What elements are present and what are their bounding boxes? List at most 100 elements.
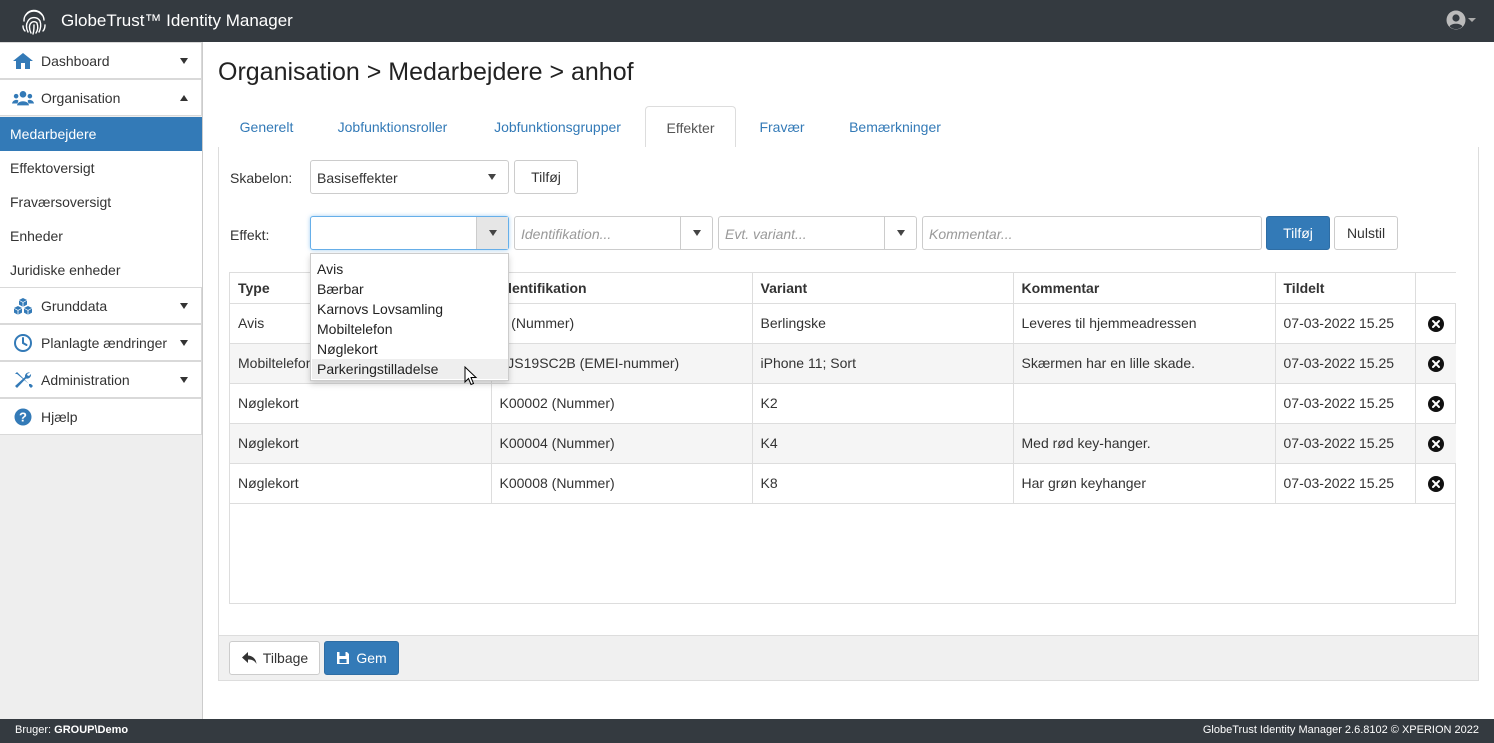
effect-option-parkeringstilladelse[interactable]: Parkeringstilladelse [312, 359, 508, 379]
effect-reset-button[interactable]: Nulstil [1334, 216, 1398, 250]
comment-placeholder: Kommentar... [929, 226, 1013, 242]
chevron-down-icon [180, 58, 188, 64]
sidebar-item-label: Fraværsoversigt [10, 194, 112, 210]
sidebar-section-administration[interactable]: Administration [0, 361, 202, 398]
cell-delete [1415, 343, 1456, 384]
sidebar-section-planlagte-aendringer[interactable]: Planlagte ændringer [0, 324, 202, 361]
cubes-icon [14, 298, 32, 315]
sidebar-item-label: Effektoversigt [10, 160, 95, 176]
user-name: GROUP\Demo [54, 724, 129, 736]
identification-placeholder: Identifikation... [521, 226, 612, 242]
chevron-down-icon[interactable] [884, 217, 916, 249]
effect-option-avis[interactable]: Avis [312, 259, 508, 279]
tab-effekter[interactable]: Effekter [645, 106, 736, 148]
sidebar-section-label: Administration [41, 372, 130, 388]
variant-select[interactable]: Evt. variant... [718, 216, 917, 250]
user-prefix: Bruger: [15, 724, 55, 736]
remove-circle-icon[interactable] [1427, 475, 1444, 492]
page-title-breadcrumb: Organisation > Medarbejdere > anhof [218, 58, 634, 86]
tab-bemaerkninger[interactable]: Bemærkninger [828, 106, 962, 148]
cell-tildelt: 07-03-2022 15.25 [1275, 463, 1416, 504]
cell-variant: Berlingske [752, 303, 1014, 344]
sidebar-item-juridiske-enheder[interactable]: Juridiske enheder [0, 253, 202, 287]
reply-arrow-icon [241, 652, 257, 664]
cell-tildelt: 07-03-2022 15.25 [1275, 383, 1416, 424]
column-header-variant[interactable]: Variant [752, 273, 1014, 304]
remove-circle-icon[interactable] [1427, 395, 1444, 412]
sidebar-section-hjaelp[interactable]: ? Hjælp [0, 398, 202, 435]
chevron-down-icon [180, 340, 188, 346]
template-select[interactable]: Basiseffekter [310, 160, 509, 194]
effect-option-karnovs-lovsamling[interactable]: Karnovs Lovsamling [312, 299, 508, 319]
identification-select[interactable]: Identifikation... [514, 216, 713, 250]
effect-option-baerbar[interactable]: Bærbar [312, 279, 508, 299]
cell-kommentar: Med rød key-hanger. [1013, 423, 1276, 464]
cell-delete [1415, 423, 1456, 464]
cell-identifikation: K00002 (Nummer) [491, 383, 753, 424]
tab-jobfunktionsroller[interactable]: Jobfunktionsroller [315, 106, 470, 148]
svg-text:?: ? [19, 410, 27, 425]
sidebar-section-label: Hjælp [41, 409, 78, 425]
cell-kommentar: Leveres til hjemmeadressen [1013, 303, 1276, 344]
remove-circle-icon[interactable] [1427, 435, 1444, 452]
sidebar-item-medarbejdere[interactable]: Medarbejdere [0, 117, 202, 151]
sidebar-section-label: Organisation [41, 90, 121, 106]
cell-variant: K2 [752, 383, 1014, 424]
sidebar-item-label: Enheder [10, 228, 63, 244]
version-info: GlobeTrust Identity Manager 2.6.8102 © X… [1202, 724, 1479, 736]
chevron-down-icon[interactable] [476, 217, 508, 249]
cell-delete [1415, 303, 1456, 344]
sidebar-section-label: Planlagte ændringer [41, 335, 168, 351]
sidebar-item-effektoversigt[interactable]: Effektoversigt [0, 151, 202, 185]
tab-jobfunktionsgrupper[interactable]: Jobfunktionsgrupper [470, 106, 645, 148]
effect-option-noeglekort[interactable]: Nøglekort [312, 339, 508, 359]
sidebar-section-label: Dashboard [41, 53, 110, 69]
back-button-label: Tilbage [262, 650, 309, 666]
chevron-down-icon[interactable] [680, 217, 712, 249]
variant-placeholder: Evt. variant... [725, 226, 807, 242]
sidebar-section-grunddata[interactable]: Grunddata [0, 287, 202, 324]
sidebar-item-fravaersoversigt[interactable]: Fraværsoversigt [0, 185, 202, 219]
back-button[interactable]: Tilbage [229, 641, 320, 675]
table-row: Nøglekort K00004 (Nummer) K4 Med rød key… [230, 423, 1456, 464]
save-button[interactable]: Gem [324, 641, 399, 675]
tab-generelt[interactable]: Generelt [218, 106, 315, 148]
template-add-button[interactable]: Tilføj [514, 160, 578, 194]
sidebar-section-dashboard[interactable]: Dashboard [0, 42, 202, 79]
column-header-tildelt[interactable]: Tildelt [1275, 273, 1416, 304]
table-row: Nøglekort K00008 (Nummer) K8 Har grøn ke… [230, 463, 1456, 504]
form-footer [218, 635, 1479, 681]
effect-option-mobiltelefon[interactable]: Mobiltelefon [312, 319, 508, 339]
home-icon [13, 53, 33, 69]
effect-add-button[interactable]: Tilføj [1266, 216, 1330, 250]
column-header-kommentar[interactable]: Kommentar [1013, 273, 1276, 304]
user-menu[interactable] [1446, 10, 1476, 32]
column-header-identifikation[interactable]: Identifikation [491, 273, 753, 304]
cell-type: Nøglekort [230, 423, 492, 464]
remove-circle-icon[interactable] [1427, 355, 1444, 372]
cell-tildelt: 07-03-2022 15.25 [1275, 423, 1416, 464]
tab-bar: Generelt Jobfunktionsroller Jobfunktions… [218, 106, 1479, 148]
app-title: GlobeTrust™ Identity Manager [61, 11, 293, 30]
floppy-disk-icon [337, 652, 350, 664]
user-avatar-icon [1446, 10, 1466, 30]
sidebar-section-organisation[interactable]: Organisation [0, 79, 202, 116]
question-circle-icon: ? [14, 408, 32, 426]
template-label: Skabelon: [230, 170, 293, 186]
tools-icon [15, 372, 33, 388]
tab-fravaer[interactable]: Fravær [736, 106, 828, 148]
chevron-up-icon [180, 95, 188, 101]
users-icon [12, 91, 34, 106]
sidebar-item-enheder[interactable]: Enheder [0, 219, 202, 253]
top-bar: GlobeTrust™ Identity Manager [0, 0, 1494, 42]
cell-identifikation: 7JS19SC2B (EMEI-nummer) [491, 343, 753, 384]
cell-type: Nøglekort [230, 383, 492, 424]
chevron-down-icon [476, 161, 508, 193]
cell-kommentar: Har grøn keyhanger [1013, 463, 1276, 504]
cell-type: Nøglekort [230, 463, 492, 504]
comment-input[interactable]: Kommentar... [922, 216, 1262, 250]
effect-select[interactable] [310, 216, 509, 250]
cell-identifikation: K00008 (Nummer) [491, 463, 753, 504]
template-select-value: Basiseffekter [317, 170, 398, 186]
remove-circle-icon[interactable] [1427, 315, 1444, 332]
